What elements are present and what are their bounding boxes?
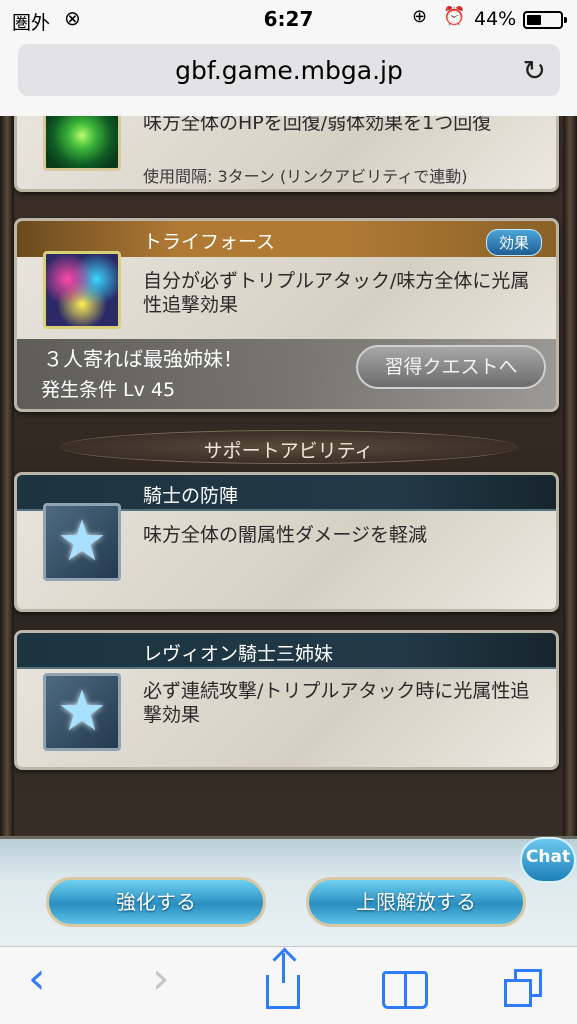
support-ability-section-header: サポートアビリティ bbox=[60, 430, 517, 464]
section-title: サポートアビリティ bbox=[203, 440, 374, 462]
forward-icon[interactable]: › bbox=[152, 957, 170, 1001]
star-icon: ★ bbox=[43, 673, 121, 751]
battery-percentage: 44% bbox=[474, 8, 517, 30]
share-icon[interactable] bbox=[266, 953, 300, 1009]
ability-cooldown: 使用間隔: 3ターン (リンクアビリティで連動) bbox=[143, 167, 468, 186]
status-bar: 圏外 ⊗ 6:27 ⊕ ⏰ 44% bbox=[0, 0, 577, 38]
effect-badge[interactable]: 効果 bbox=[485, 229, 542, 256]
browser-address-area: gbf.game.mbga.jp ↻ bbox=[0, 38, 577, 116]
star-icon: ★ bbox=[43, 503, 121, 581]
back-icon[interactable]: ‹ bbox=[28, 957, 46, 1001]
unlock-condition: 発生条件 Lv 45 bbox=[41, 379, 176, 401]
battery-icon bbox=[523, 11, 567, 29]
bookmarks-icon[interactable] bbox=[382, 961, 428, 1009]
ability-description: 味方全体の闇属性ダメージを軽減 bbox=[143, 524, 428, 546]
ability-description: 必ず連続攻撃/トリプルアタック時に光属性追撃効果 bbox=[143, 680, 530, 726]
ability-card-heal[interactable]: 味方全体のHPを回復/弱体効果を1つ回復 使用間隔: 3ターン (リンクアビリテ… bbox=[14, 116, 559, 192]
url-text[interactable]: gbf.game.mbga.jp bbox=[18, 56, 560, 85]
ability-description: 味方全体のHPを回復/弱体効果を1つ回復 bbox=[143, 116, 492, 134]
address-bar[interactable]: gbf.game.mbga.jp ↻ bbox=[18, 44, 560, 96]
frame-rail-left bbox=[0, 116, 14, 836]
ability-title: 騎士の防陣 bbox=[143, 485, 239, 507]
chat-button[interactable]: Chat bbox=[520, 837, 576, 883]
tabs-icon[interactable] bbox=[504, 961, 544, 1009]
ability-description: 自分が必ずトリプルアタック/味方全体に光属性追撃効果 bbox=[143, 270, 530, 316]
ability-flavor-text: ３人寄れば最強姉妹！ bbox=[43, 347, 243, 371]
triforce-ability-icon bbox=[43, 251, 121, 329]
ability-card-triforce[interactable]: トライフォース 効果 自分が必ずトリプルアタック/味方全体に光属性追撃効果 ３人… bbox=[14, 218, 559, 412]
rotation-lock-icon: ⊕ bbox=[412, 6, 428, 27]
enhance-button[interactable]: 強化する bbox=[46, 877, 266, 927]
ability-title: レヴィオン騎士三姉妹 bbox=[143, 643, 334, 665]
game-view: 味方全体のHPを回復/弱体効果を1つ回復 使用間隔: 3ターン (リンクアビリテ… bbox=[0, 116, 577, 946]
reload-icon[interactable]: ↻ bbox=[523, 54, 546, 87]
ability-title: トライフォース bbox=[143, 231, 276, 253]
alarm-icon: ⏰ bbox=[443, 6, 466, 27]
frame-rail-right bbox=[563, 116, 577, 836]
learn-quest-button[interactable]: 習得クエストへ bbox=[356, 345, 546, 389]
heal-ability-icon bbox=[43, 116, 121, 171]
support-ability-card-lyrion-sisters[interactable]: レヴィオン騎士三姉妹 ★ 必ず連続攻撃/トリプルアタック時に光属性追撃効果 bbox=[14, 630, 559, 770]
support-ability-card-knight-formation[interactable]: 騎士の防陣 ★ 味方全体の闇属性ダメージを軽減 bbox=[14, 472, 559, 612]
unlock-info-band: ３人寄れば最強姉妹！ 発生条件 Lv 45 習得クエストへ bbox=[17, 339, 556, 409]
browser-toolbar: ‹ › bbox=[0, 946, 577, 1024]
game-footer: Chat 強化する 上限解放する bbox=[0, 836, 577, 946]
limit-break-button[interactable]: 上限解放する bbox=[306, 877, 526, 927]
ability-header: レヴィオン騎士三姉妹 bbox=[17, 633, 556, 669]
